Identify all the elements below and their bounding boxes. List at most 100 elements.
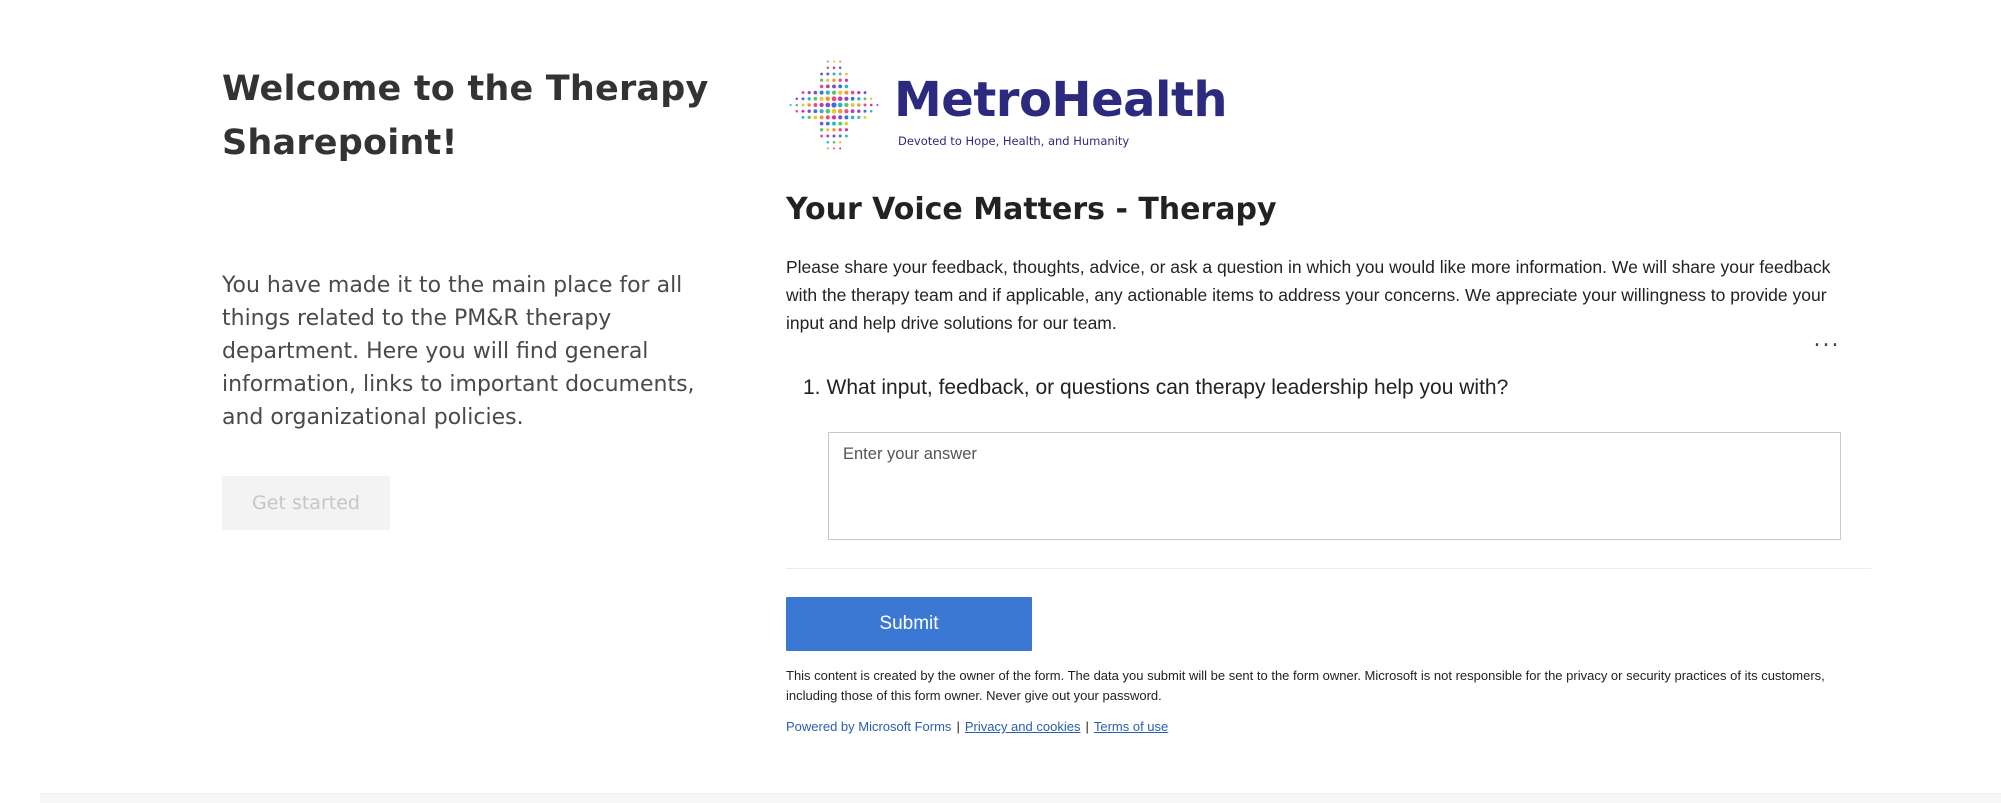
logo-dot	[820, 134, 824, 138]
logo-dot	[819, 121, 824, 126]
logo-dot	[844, 90, 849, 95]
logo-dot	[789, 103, 792, 107]
logo-dot	[850, 90, 855, 95]
logo-dot	[813, 96, 818, 101]
logo-dot	[850, 103, 855, 107]
logo-dot	[832, 147, 836, 150]
logo-dot	[850, 96, 855, 101]
logo-dot	[850, 115, 855, 120]
logo-dot	[863, 103, 867, 107]
logo-dot	[813, 90, 818, 95]
logo-dot	[844, 78, 849, 82]
logo-dot	[857, 103, 861, 107]
get-started-button[interactable]: Get started	[222, 476, 390, 530]
logo-dot	[844, 96, 849, 101]
logo-dot	[795, 103, 799, 107]
logo-dot	[795, 97, 799, 101]
logo-dot	[857, 90, 861, 95]
logo-dot	[839, 147, 842, 150]
question-number: 1.	[803, 376, 821, 399]
logo-tagline: Devoted to Hope, Health, and Humanity	[898, 134, 1130, 148]
logo-dot	[832, 140, 836, 144]
form-title: Your Voice Matters - Therapy	[786, 192, 1277, 227]
logo-dot	[819, 84, 824, 89]
logo-dot	[863, 109, 867, 113]
logo-dot	[850, 109, 855, 114]
question-text: What input, feedback, or questions can t…	[826, 376, 1509, 399]
submit-button[interactable]: Submit	[786, 597, 1032, 651]
logo-dot	[831, 108, 837, 114]
logo-dot	[825, 121, 830, 126]
logo-dot	[838, 66, 842, 70]
intro-text: You have made it to the main place for a…	[222, 273, 695, 430]
logo-dot	[820, 72, 824, 76]
logo-dot	[869, 109, 873, 113]
form-description: Please share your feedback, thoughts, ad…	[786, 257, 1831, 333]
logo-dot	[813, 115, 818, 120]
logo-dot	[838, 72, 842, 76]
logo-dot	[857, 109, 861, 113]
logo-dot	[819, 128, 824, 132]
logo-dot	[839, 60, 842, 63]
powered-by-text: Powered by Microsoft Forms	[786, 719, 952, 734]
logo-dot	[844, 84, 849, 89]
form-disclaimer: This content is created by the owner of …	[786, 668, 1825, 703]
sharepoint-page: Welcome to the Therapy Sharepoint! You h…	[0, 0, 2001, 803]
metrohealth-cross-icon	[789, 60, 879, 150]
logo-dot	[813, 109, 818, 114]
logo-dot	[838, 128, 842, 132]
logo-dot	[863, 115, 867, 119]
separator: |	[1085, 719, 1089, 734]
bottom-band	[40, 793, 2001, 803]
logo-dot	[813, 103, 818, 107]
logo-dot	[825, 84, 830, 89]
logo-dot	[838, 115, 843, 120]
logo-dot	[838, 134, 842, 138]
logo-dot	[825, 108, 831, 114]
logo-dot	[844, 121, 849, 126]
logo-dot	[838, 121, 843, 126]
logo-dot	[826, 78, 830, 82]
logo-dot	[819, 78, 824, 82]
more-options-button[interactable]: ...	[1807, 328, 1847, 352]
logo-dot	[837, 108, 843, 114]
logo-dot	[857, 115, 861, 120]
logo-dot	[801, 91, 805, 95]
logo-dot	[832, 72, 836, 76]
logo-dot	[832, 60, 836, 63]
logo-dot	[838, 78, 842, 82]
welcome-title: Welcome to the Therapy Sharepoint!	[222, 69, 709, 163]
logo-dot	[801, 97, 805, 101]
logo-dot	[838, 84, 843, 89]
logo-dot	[844, 134, 848, 138]
logo-dot	[844, 109, 849, 114]
welcome-section: Welcome to the Therapy Sharepoint! You h…	[222, 62, 742, 530]
logo-dot	[863, 91, 867, 95]
logo-dot	[832, 66, 836, 70]
terms-link[interactable]: Terms of use	[1094, 719, 1168, 734]
logo-dot	[801, 103, 805, 107]
logo-dot	[819, 115, 824, 120]
answer-box	[828, 432, 1841, 540]
privacy-link[interactable]: Privacy and cookies	[965, 719, 1081, 734]
feedback-form: Your Voice Matters - Therapy Please shar…	[786, 190, 1876, 734]
logo-dot	[825, 96, 831, 102]
form-footer-links: Powered by Microsoft Forms | Privacy and c…	[786, 719, 1168, 734]
logo-dot	[838, 90, 843, 95]
logo-dot	[831, 90, 837, 95]
logo-dot	[807, 115, 811, 120]
logo-dot	[863, 97, 867, 101]
logo-dot	[826, 140, 830, 144]
logo-dot	[825, 102, 831, 108]
logo-dot	[876, 103, 879, 107]
logo-dot	[844, 115, 849, 120]
logo-dot	[869, 103, 873, 107]
logo-dot	[832, 134, 836, 138]
logo-dot	[825, 90, 830, 95]
logo-dot	[831, 96, 837, 102]
logo-dot	[869, 97, 873, 101]
logo-dot	[807, 109, 811, 113]
logo-dot	[844, 128, 849, 132]
answer-input[interactable]	[829, 433, 1840, 539]
logo-dot	[832, 84, 836, 89]
